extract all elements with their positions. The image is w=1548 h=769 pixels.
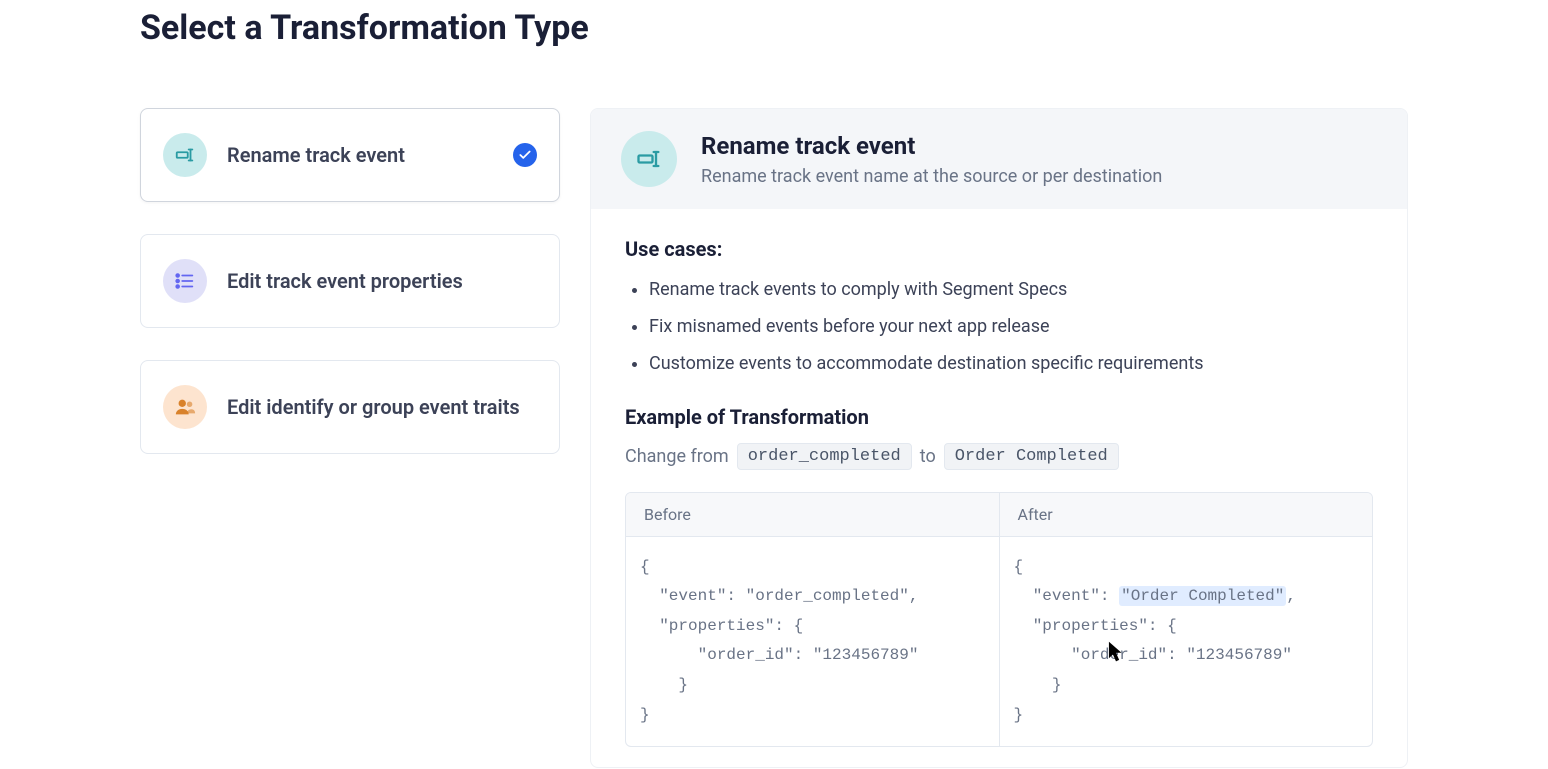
after-header: After xyxy=(1000,493,1373,537)
rename-icon xyxy=(621,131,677,187)
option-edit-identify-traits[interactable]: Edit identify or group event traits xyxy=(140,360,560,454)
change-to-chip: Order Completed xyxy=(944,443,1119,470)
after-column: After { "event": "Order Completed", "pro… xyxy=(1000,493,1373,747)
change-mid: to xyxy=(920,446,936,467)
use-cases-list: Rename track events to comply with Segme… xyxy=(625,277,1373,377)
example-grid: Before { "event": "order_completed", "pr… xyxy=(625,492,1373,748)
highlighted-value: "Order Completed" xyxy=(1119,586,1286,606)
option-rename-track-event[interactable]: Rename track event xyxy=(140,108,560,202)
use-case-item: Rename track events to comply with Segme… xyxy=(649,277,1373,302)
change-prefix: Change from xyxy=(625,446,729,467)
detail-title: Rename track event xyxy=(701,132,1162,160)
transformation-options-list: Rename track event xyxy=(140,108,560,486)
list-icon xyxy=(163,259,207,303)
use-case-item: Fix misnamed events before your next app… xyxy=(649,314,1373,339)
selected-check-icon xyxy=(513,143,537,167)
before-code: { "event": "order_completed", "propertie… xyxy=(626,537,999,747)
example-heading: Example of Transformation xyxy=(625,405,1373,429)
rename-icon xyxy=(163,133,207,177)
use-case-item: Customize events to accommodate destinat… xyxy=(649,351,1373,376)
option-label: Edit track event properties xyxy=(227,269,537,293)
before-header: Before xyxy=(626,493,999,537)
change-description: Change from order_completed to Order Com… xyxy=(625,443,1373,470)
detail-header: Rename track event Rename track event na… xyxy=(591,109,1407,209)
before-column: Before { "event": "order_completed", "pr… xyxy=(626,493,1000,747)
option-label: Edit identify or group event traits xyxy=(227,395,537,419)
change-from-chip: order_completed xyxy=(737,443,912,470)
page-title: Select a Transformation Type xyxy=(140,8,1408,48)
detail-subtitle: Rename track event name at the source or… xyxy=(701,166,1162,187)
user-icon xyxy=(163,385,207,429)
option-label: Rename track event xyxy=(227,143,493,167)
after-code: { "event": "Order Completed", "propertie… xyxy=(1000,537,1373,747)
option-edit-track-properties[interactable]: Edit track event properties xyxy=(140,234,560,328)
transformation-detail-panel: Rename track event Rename track event na… xyxy=(590,108,1408,768)
use-cases-heading: Use cases: xyxy=(625,237,1373,261)
